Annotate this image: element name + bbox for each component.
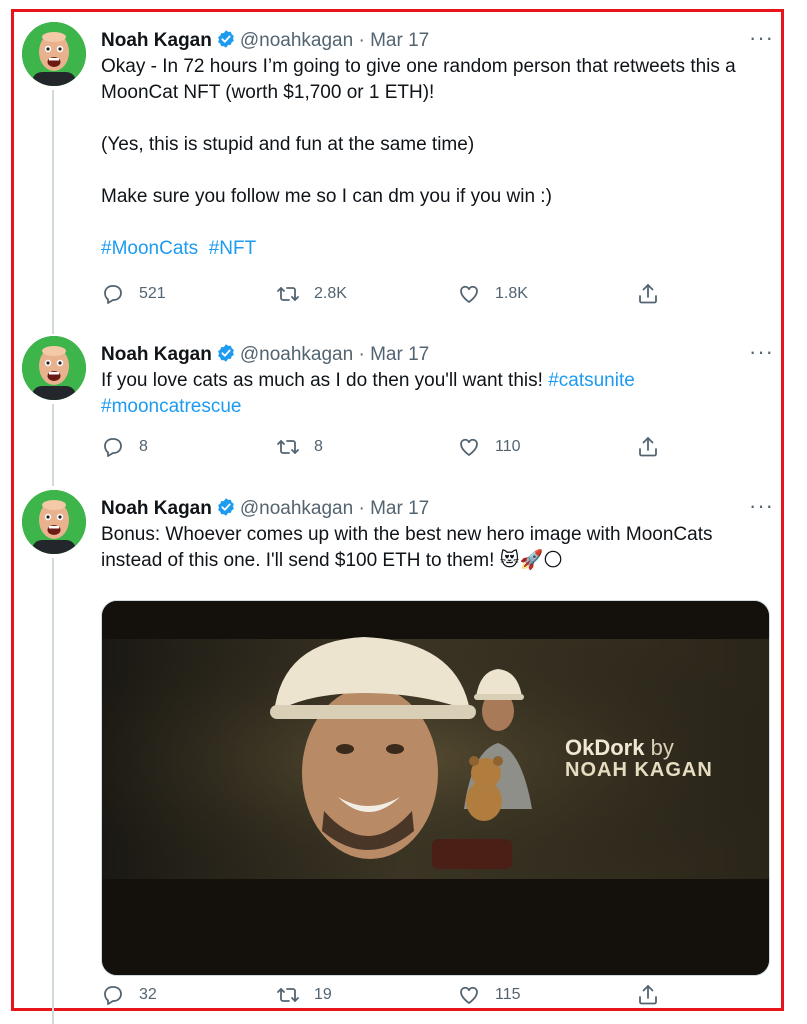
author-name[interactable]: Noah Kagan [101,344,212,365]
tweet-actions: 32 19 115 [101,980,772,1010]
author-handle[interactable]: @noahkagan [240,30,353,51]
tweet-date[interactable]: Mar 17 [370,344,429,365]
like-icon [457,282,481,306]
reply-button[interactable]: 32 [101,980,157,1010]
hashtag-link[interactable]: #catsunite [548,370,635,391]
share-button[interactable] [636,279,674,309]
like-button[interactable]: 110 [457,432,521,462]
share-button[interactable] [636,980,674,1010]
verified-badge-icon [216,29,236,49]
tweet-media-image[interactable]: OkDork by NOAH KAGAN [101,600,770,976]
like-count: 1.8K [495,285,528,302]
tweet-text: Bonus: Whoever comes up with the best ne… [101,522,772,574]
avatar-icon [22,490,86,554]
tweet-paragraph: Make sure you follow me so I can dm you … [101,186,552,207]
rocket-emoji: 🚀 [519,550,544,571]
tweet-text-line: instead of this one. I'll send $100 ETH … [101,550,495,571]
more-options-icon[interactable]: ··· [749,27,774,49]
share-icon [636,983,660,1007]
reply-count: 32 [139,986,157,1003]
separator-dot: · [358,344,365,365]
share-icon [636,435,660,459]
reply-count: 8 [139,438,148,455]
tweet[interactable]: Noah Kagan @noahkagan · Mar 17 ··· Okay -… [22,22,782,322]
like-icon [457,435,481,459]
reply-count: 521 [139,285,166,302]
banner-by-text: by [650,735,674,760]
retweet-icon [276,435,300,459]
avatar[interactable] [22,490,86,554]
banner-title-text: OkDork [565,735,645,760]
hashtag-link[interactable]: #MoonCats [101,238,198,259]
reply-button[interactable]: 8 [101,432,148,462]
retweet-button[interactable]: 19 [276,980,332,1010]
banner-subtitle: NOAH KAGAN [565,759,713,781]
retweet-button[interactable]: 2.8K [276,279,347,309]
like-button[interactable]: 115 [457,980,521,1010]
share-button[interactable] [636,432,674,462]
tweet-date[interactable]: Mar 17 [370,30,429,51]
tweet-date[interactable]: Mar 17 [370,498,429,519]
verified-badge-icon [216,343,236,363]
separator-dot: · [358,30,365,51]
tweet[interactable]: Noah Kagan @noahkagan · Mar 17 ··· If you… [22,336,782,466]
tweet-paragraph: Okay - In 72 hours I’m going to give one… [101,56,736,103]
share-icon [636,282,660,306]
tweet-text: Okay - In 72 hours I’m going to give one… [101,54,772,262]
tweet-header: Noah Kagan @noahkagan · Mar 17 [101,28,772,54]
hashtag-link[interactable]: #mooncatrescue [101,396,241,417]
avatar-icon [22,22,86,86]
hero-image [102,601,769,975]
reply-button[interactable]: 521 [101,279,166,309]
reply-icon [101,983,125,1007]
full-moon-emoji: 🌕 [543,550,563,571]
like-icon [457,983,481,1007]
tweet-header: Noah Kagan @noahkagan · Mar 17 [101,342,772,368]
tweet[interactable]: Noah Kagan @noahkagan · Mar 17 ··· Bonus:… [22,490,782,1020]
avatar-icon [22,336,86,400]
separator-dot: · [358,498,365,519]
retweet-icon [276,282,300,306]
reply-icon [101,435,125,459]
avatar[interactable] [22,22,86,86]
tweet-text-content: If you love cats as much as I do then yo… [101,370,543,391]
retweet-count: 2.8K [314,285,347,302]
like-count: 110 [495,438,521,455]
retweet-button[interactable]: 8 [276,432,323,462]
tweet-text-line: Bonus: Whoever comes up with the best ne… [101,524,713,545]
author-handle[interactable]: @noahkagan [240,344,353,365]
tweet-actions: 521 2.8K 1.8K [101,279,772,309]
tweet-actions: 8 8 110 [101,432,772,462]
more-options-icon[interactable]: ··· [749,341,774,363]
tweet-header: Noah Kagan @noahkagan · Mar 17 [101,496,772,522]
author-handle[interactable]: @noahkagan [240,498,353,519]
verified-badge-icon [216,497,236,517]
retweet-count: 19 [314,986,332,1003]
author-name[interactable]: Noah Kagan [101,30,212,51]
like-count: 115 [495,986,521,1003]
reply-icon [101,282,125,306]
more-options-icon[interactable]: ··· [749,495,774,517]
like-button[interactable]: 1.8K [457,279,528,309]
tweet-paragraph: (Yes, this is stupid and fun at the same… [101,134,475,155]
retweet-icon [276,983,300,1007]
hashtag-link[interactable]: #NFT [209,238,257,259]
tweet-text: If you love cats as much as I do then yo… [101,368,772,420]
retweet-count: 8 [314,438,323,455]
author-name[interactable]: Noah Kagan [101,498,212,519]
banner-title: OkDork by [565,735,674,761]
avatar[interactable] [22,336,86,400]
heart-eyes-cat-emoji: 😻 [499,550,520,571]
